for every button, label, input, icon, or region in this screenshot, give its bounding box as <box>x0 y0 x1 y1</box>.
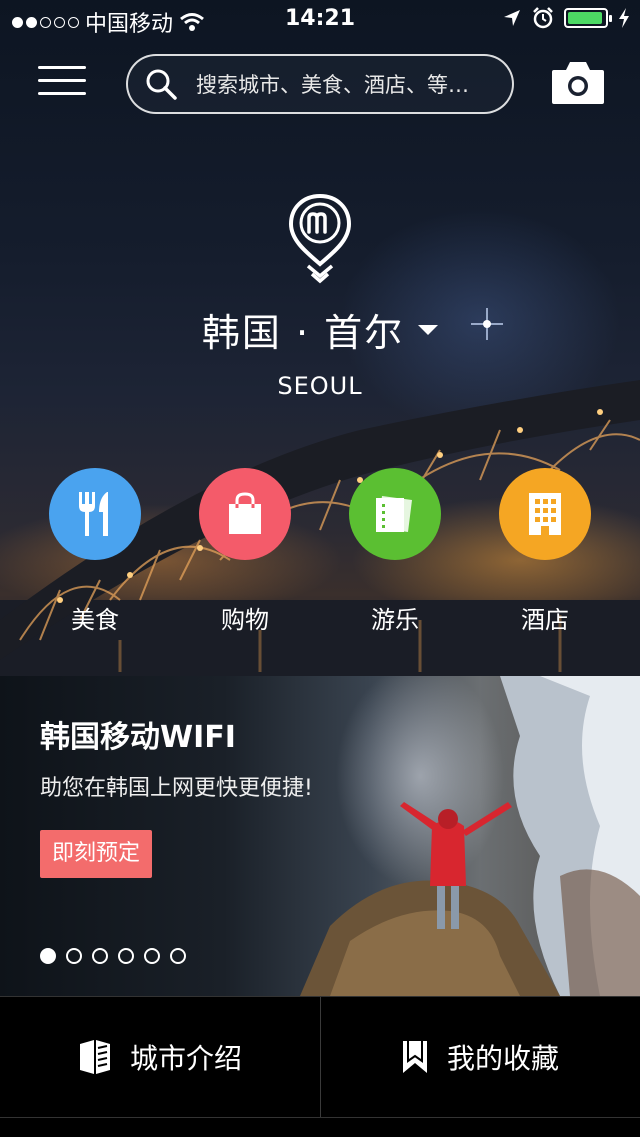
pager-dot[interactable] <box>144 948 160 964</box>
book-now-button[interactable]: 即刻预定 <box>40 830 153 878</box>
shopping-circle <box>199 468 291 560</box>
bottom-separator-line <box>0 1117 640 1118</box>
entertainment-circle <box>349 468 441 560</box>
menu-icon[interactable] <box>38 66 86 96</box>
pager-dot[interactable] <box>66 948 82 964</box>
category-label: 美食 <box>71 606 119 634</box>
search-icon <box>146 69 177 100</box>
search-placeholder: 搜索城市、美食、酒店、等… <box>196 73 469 97</box>
banner-title: 韩国移动WIFI <box>40 720 236 755</box>
city-intro-label: 城市介绍 <box>129 1042 242 1075</box>
carousel-pager[interactable] <box>40 948 186 964</box>
city-name: 韩国 · 首尔 <box>201 311 405 355</box>
tickets-icon <box>376 496 412 532</box>
chevron-down-icon <box>418 324 439 335</box>
battery-indicator <box>564 8 612 28</box>
category-label: 酒店 <box>521 606 569 634</box>
pager-dot[interactable] <box>170 948 186 964</box>
alarm-icon <box>533 7 553 29</box>
city-english-name: SEOUL <box>277 372 363 400</box>
status-bar: 中国移动 14:21 <box>0 0 640 40</box>
search-bar[interactable]: 搜索城市、美食、酒店、等… <box>126 54 514 114</box>
banner-subtitle: 助您在韩国上网更快更便捷! <box>40 776 313 801</box>
pager-dot[interactable] <box>118 948 134 964</box>
shopping-bag-icon <box>229 492 261 534</box>
category-food[interactable]: 美食 <box>48 468 142 635</box>
food-circle <box>49 468 141 560</box>
camera-icon[interactable] <box>550 60 606 106</box>
category-hotel[interactable]: 酒店 <box>498 468 592 635</box>
book-icon <box>79 1040 110 1074</box>
pager-dot[interactable] <box>40 948 56 964</box>
category-shopping[interactable]: 购物 <box>198 468 292 635</box>
favorites-button[interactable]: 我的收藏 <box>320 997 640 1117</box>
city-intro-button[interactable]: 城市介绍 <box>0 997 320 1117</box>
bookmark-icon <box>402 1041 427 1073</box>
category-label: 游乐 <box>371 606 419 634</box>
pager-dot[interactable] <box>92 948 108 964</box>
promo-banner[interactable]: 韩国移动WIFI 助您在韩国上网更快更便捷! 即刻预定 <box>0 676 640 996</box>
hotel-circle <box>499 468 591 560</box>
charging-bolt-icon <box>619 8 629 28</box>
bottom-nav: 城市介绍 我的收藏 <box>0 996 640 1137</box>
city-selector[interactable]: 韩国 · 首尔 <box>0 302 640 357</box>
fork-knife-icon <box>79 492 108 536</box>
app-logo-pin-icon <box>288 193 352 284</box>
category-entertainment[interactable]: 游乐 <box>348 468 442 635</box>
location-arrow-icon <box>504 10 520 26</box>
building-icon <box>529 493 561 535</box>
category-label: 购物 <box>221 606 269 634</box>
favorites-label: 我的收藏 <box>446 1042 559 1075</box>
